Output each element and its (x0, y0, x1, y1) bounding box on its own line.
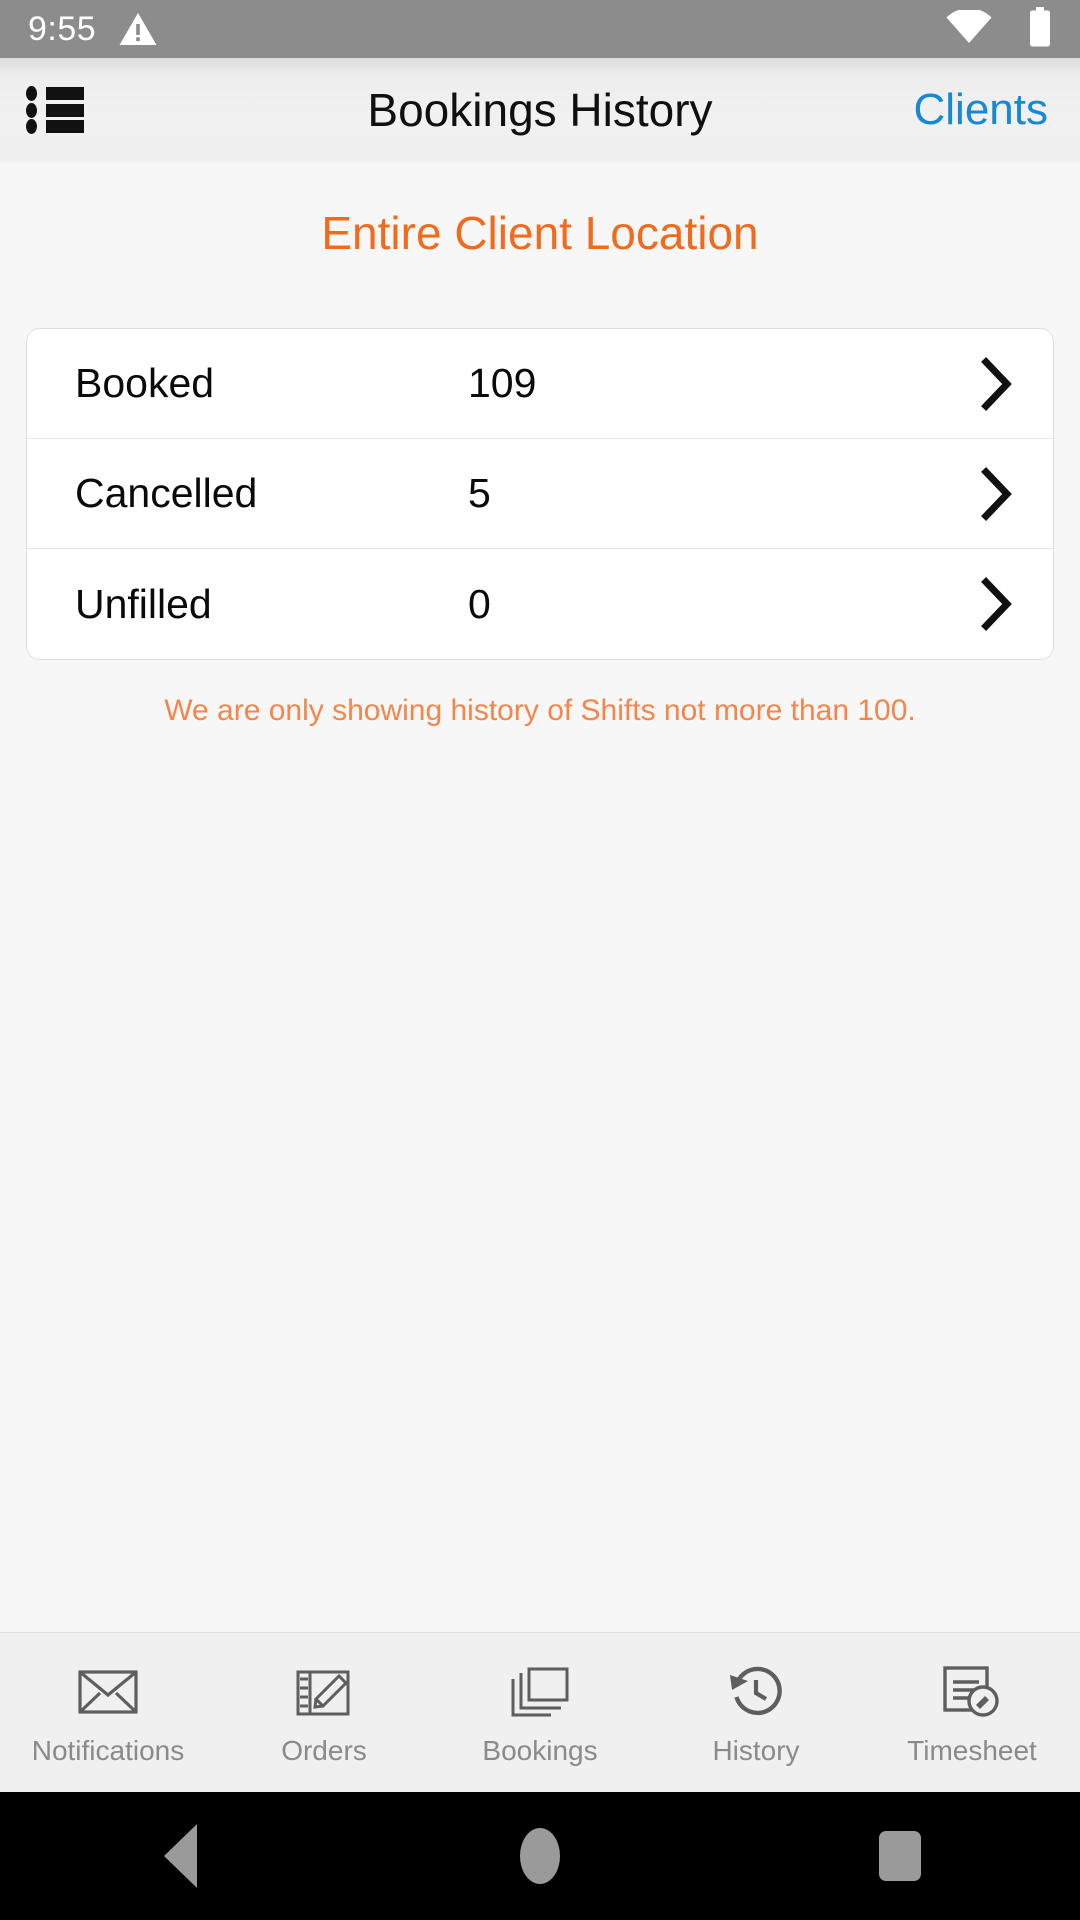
status-bar: 9:55 (0, 0, 1080, 58)
chevron-right-icon (967, 356, 1027, 411)
recents-square-icon[interactable] (810, 1792, 990, 1920)
chevron-right-icon (967, 577, 1027, 631)
warning-triangle-icon (118, 11, 158, 47)
client-location-title: Entire Client Location (321, 207, 759, 259)
tab-label: Notifications (31, 1734, 185, 1766)
bulleted-list-icon[interactable] (26, 86, 84, 134)
envelope-icon (78, 1661, 138, 1723)
row-label: Cancelled (75, 470, 258, 516)
app-header: Bookings History Clients (0, 58, 1080, 162)
back-triangle-icon[interactable] (90, 1792, 270, 1920)
main-content: Entire Client Location Booked 109 Cancel… (0, 162, 1080, 1632)
notepad-pencil-icon (296, 1661, 352, 1723)
table-row[interactable]: Booked 109 (27, 329, 1053, 439)
document-pencil-badge-icon (943, 1661, 1001, 1723)
clients-button[interactable]: Clients (914, 85, 1055, 135)
row-value: 0 (468, 580, 491, 627)
phone-screen: 9:55 Bookings History Clients Entire Cli… (0, 0, 1080, 1920)
status-bar-icons (946, 6, 1052, 52)
tab-label: History (712, 1734, 800, 1766)
tab-label: Timesheet (907, 1734, 1037, 1766)
row-label: Unfilled (75, 580, 212, 627)
stacked-windows-icon (511, 1661, 569, 1723)
tab-history[interactable]: History (648, 1633, 864, 1792)
history-limit-note: We are only showing history of Shifts no… (164, 694, 916, 727)
home-circle-icon[interactable] (450, 1792, 630, 1920)
row-value: 109 (468, 360, 537, 406)
tab-orders[interactable]: Orders (216, 1633, 432, 1792)
table-row[interactable]: Unfilled 0 (27, 549, 1053, 659)
tab-label: Bookings (482, 1734, 598, 1766)
row-label: Booked (75, 360, 215, 406)
tab-notifications[interactable]: Notifications (0, 1633, 216, 1792)
wifi-icon (946, 7, 992, 49)
summary-card: Booked 109 Cancelled 5 Unfilled 0 (26, 328, 1054, 660)
table-row[interactable]: Cancelled 5 (27, 439, 1053, 549)
status-bar-clock: 9:55 (28, 10, 97, 48)
tab-timesheet[interactable]: Timesheet (864, 1633, 1080, 1792)
android-nav-bar (0, 1792, 1080, 1920)
bottom-tab-bar: Notifications Orders Bookings History Ti… (0, 1632, 1080, 1792)
clock-rotate-left-icon (728, 1661, 784, 1723)
row-value: 5 (468, 470, 491, 516)
chevron-right-icon (967, 466, 1027, 521)
battery-icon (1028, 6, 1052, 52)
tab-label: Orders (281, 1734, 367, 1766)
tab-bookings[interactable]: Bookings (432, 1633, 648, 1792)
